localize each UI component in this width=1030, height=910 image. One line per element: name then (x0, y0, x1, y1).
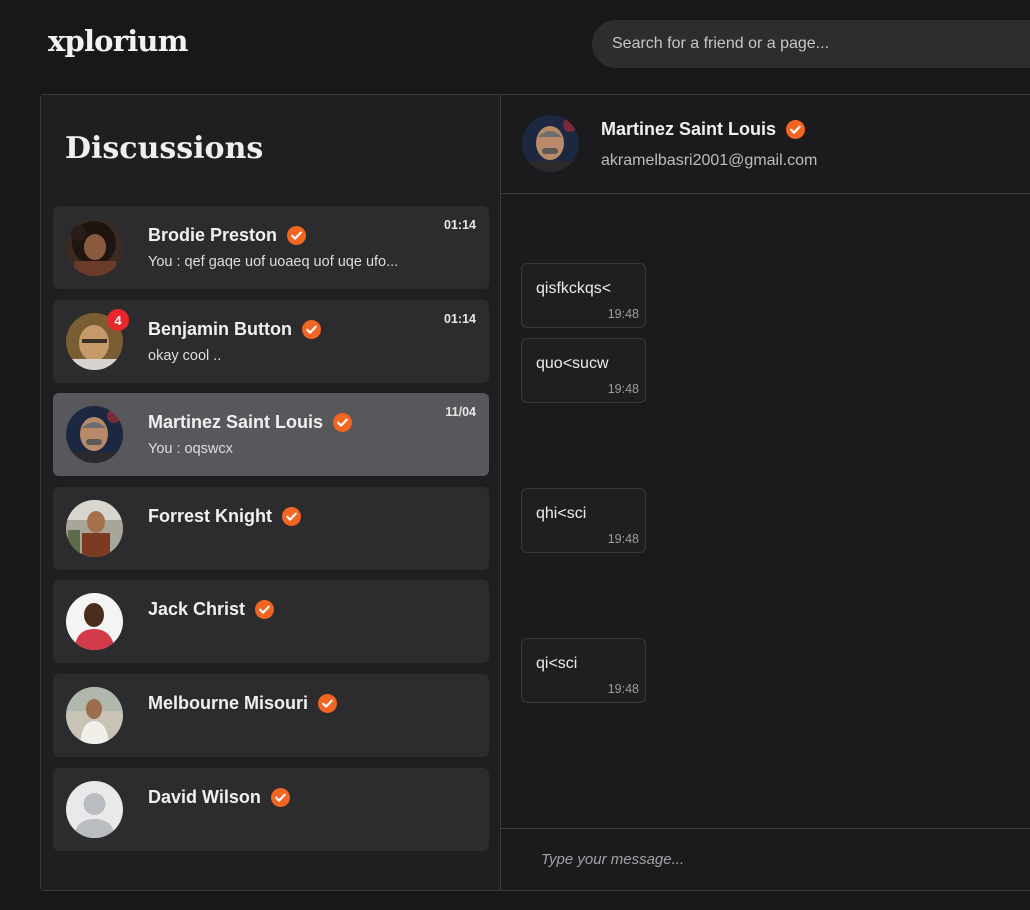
message-text: quo<sucw (536, 355, 609, 372)
message-bubble: qhi<sci 19:48 (521, 488, 646, 553)
conversation-time: 01:14 (444, 312, 476, 326)
verified-badge-icon (333, 413, 353, 432)
message-text: qi<sci (536, 655, 578, 672)
messenger-panel: Discussions Brodie Preston You : qef gaq… (40, 94, 1030, 891)
brodie-avatar (66, 219, 123, 276)
conversation-name: Martinez Saint Louis (148, 412, 353, 433)
conversation-name: Jack Christ (148, 599, 275, 620)
conversation-item-benjamin-button[interactable]: 4 Benjamin Button okay cool .. 01:14 (53, 300, 489, 383)
message-text: qhi<sci (536, 505, 587, 522)
message-bubble: quo<sucw 19:48 (521, 338, 646, 403)
conversation-item-forrest-knight[interactable]: Forrest Knight (53, 487, 489, 570)
conversation-item-jack-christ[interactable]: Jack Christ (53, 580, 489, 663)
chat-header: Martinez Saint Louis akramelbasri2001@gm… (501, 95, 1030, 194)
conversation-preview: You : oqswcx (148, 441, 233, 457)
message-bubble: qi<sci 19:48 (521, 638, 646, 703)
conversation-preview: okay cool .. (148, 348, 222, 364)
message-input[interactable] (541, 851, 1021, 868)
verified-badge-icon (302, 320, 321, 339)
discussions-title: Discussions (65, 131, 264, 166)
conversation-item-melbourne-misouri[interactable]: Melbourne Misouri (53, 674, 489, 757)
verified-badge-icon (270, 788, 290, 807)
conversation-name: Benjamin Button (148, 319, 321, 340)
conversation-name: Brodie Preston (148, 225, 307, 246)
message-list: qisfkckqs< 19:48 quo<sucw 19:48 qhi<sci … (501, 195, 1030, 828)
conversation-item-martinez-saint-louis[interactable]: Martinez Saint Louis You : oqswcx 11/04 (53, 393, 489, 476)
conversation-name: David Wilson (148, 787, 290, 808)
message-composer (501, 828, 1030, 890)
verified-badge-icon (282, 507, 301, 526)
message-time: 19:48 (607, 532, 639, 546)
default-avatar (66, 781, 123, 838)
jack-avatar (66, 593, 123, 650)
top-bar: xplorium (0, 0, 1030, 94)
verified-badge-icon (786, 120, 806, 139)
contact-name: Martinez Saint Louis (601, 119, 806, 140)
verified-badge-icon (318, 694, 338, 713)
message-time: 19:48 (607, 682, 639, 696)
message-text: qisfkckqs< (536, 280, 612, 297)
forrest-avatar (66, 500, 123, 557)
conversation-item-brodie-preston[interactable]: Brodie Preston You : qef gaqe uof uoaeq … (53, 206, 489, 289)
conversation-name: Forrest Knight (148, 506, 301, 527)
search-input[interactable] (612, 35, 1012, 53)
melbourne-avatar (66, 687, 123, 744)
conversation-time: 01:14 (444, 218, 476, 232)
verified-badge-icon (255, 600, 275, 619)
conversation-name: Melbourne Misouri (148, 693, 338, 714)
discussions-sidebar: Discussions Brodie Preston You : qef gaq… (41, 95, 501, 890)
conversation-time: 11/04 (445, 405, 476, 419)
search-bar[interactable] (592, 20, 1030, 68)
app-logo[interactable]: xplorium (48, 24, 188, 58)
contact-avatar[interactable] (522, 115, 579, 172)
conversation-preview: You : qef gaqe uof uoaeq uof uqe ufo... (148, 254, 399, 270)
conversation-item-david-wilson[interactable]: David Wilson (53, 768, 489, 851)
message-time: 19:48 (607, 307, 639, 321)
message-time: 19:48 (607, 382, 639, 396)
message-bubble: qisfkckqs< 19:48 (521, 263, 646, 328)
unread-count-badge: 4 (107, 309, 129, 331)
martinez-avatar (66, 406, 123, 463)
verified-badge-icon (287, 226, 307, 245)
contact-email: akramelbasri2001@gmail.com (601, 152, 818, 169)
